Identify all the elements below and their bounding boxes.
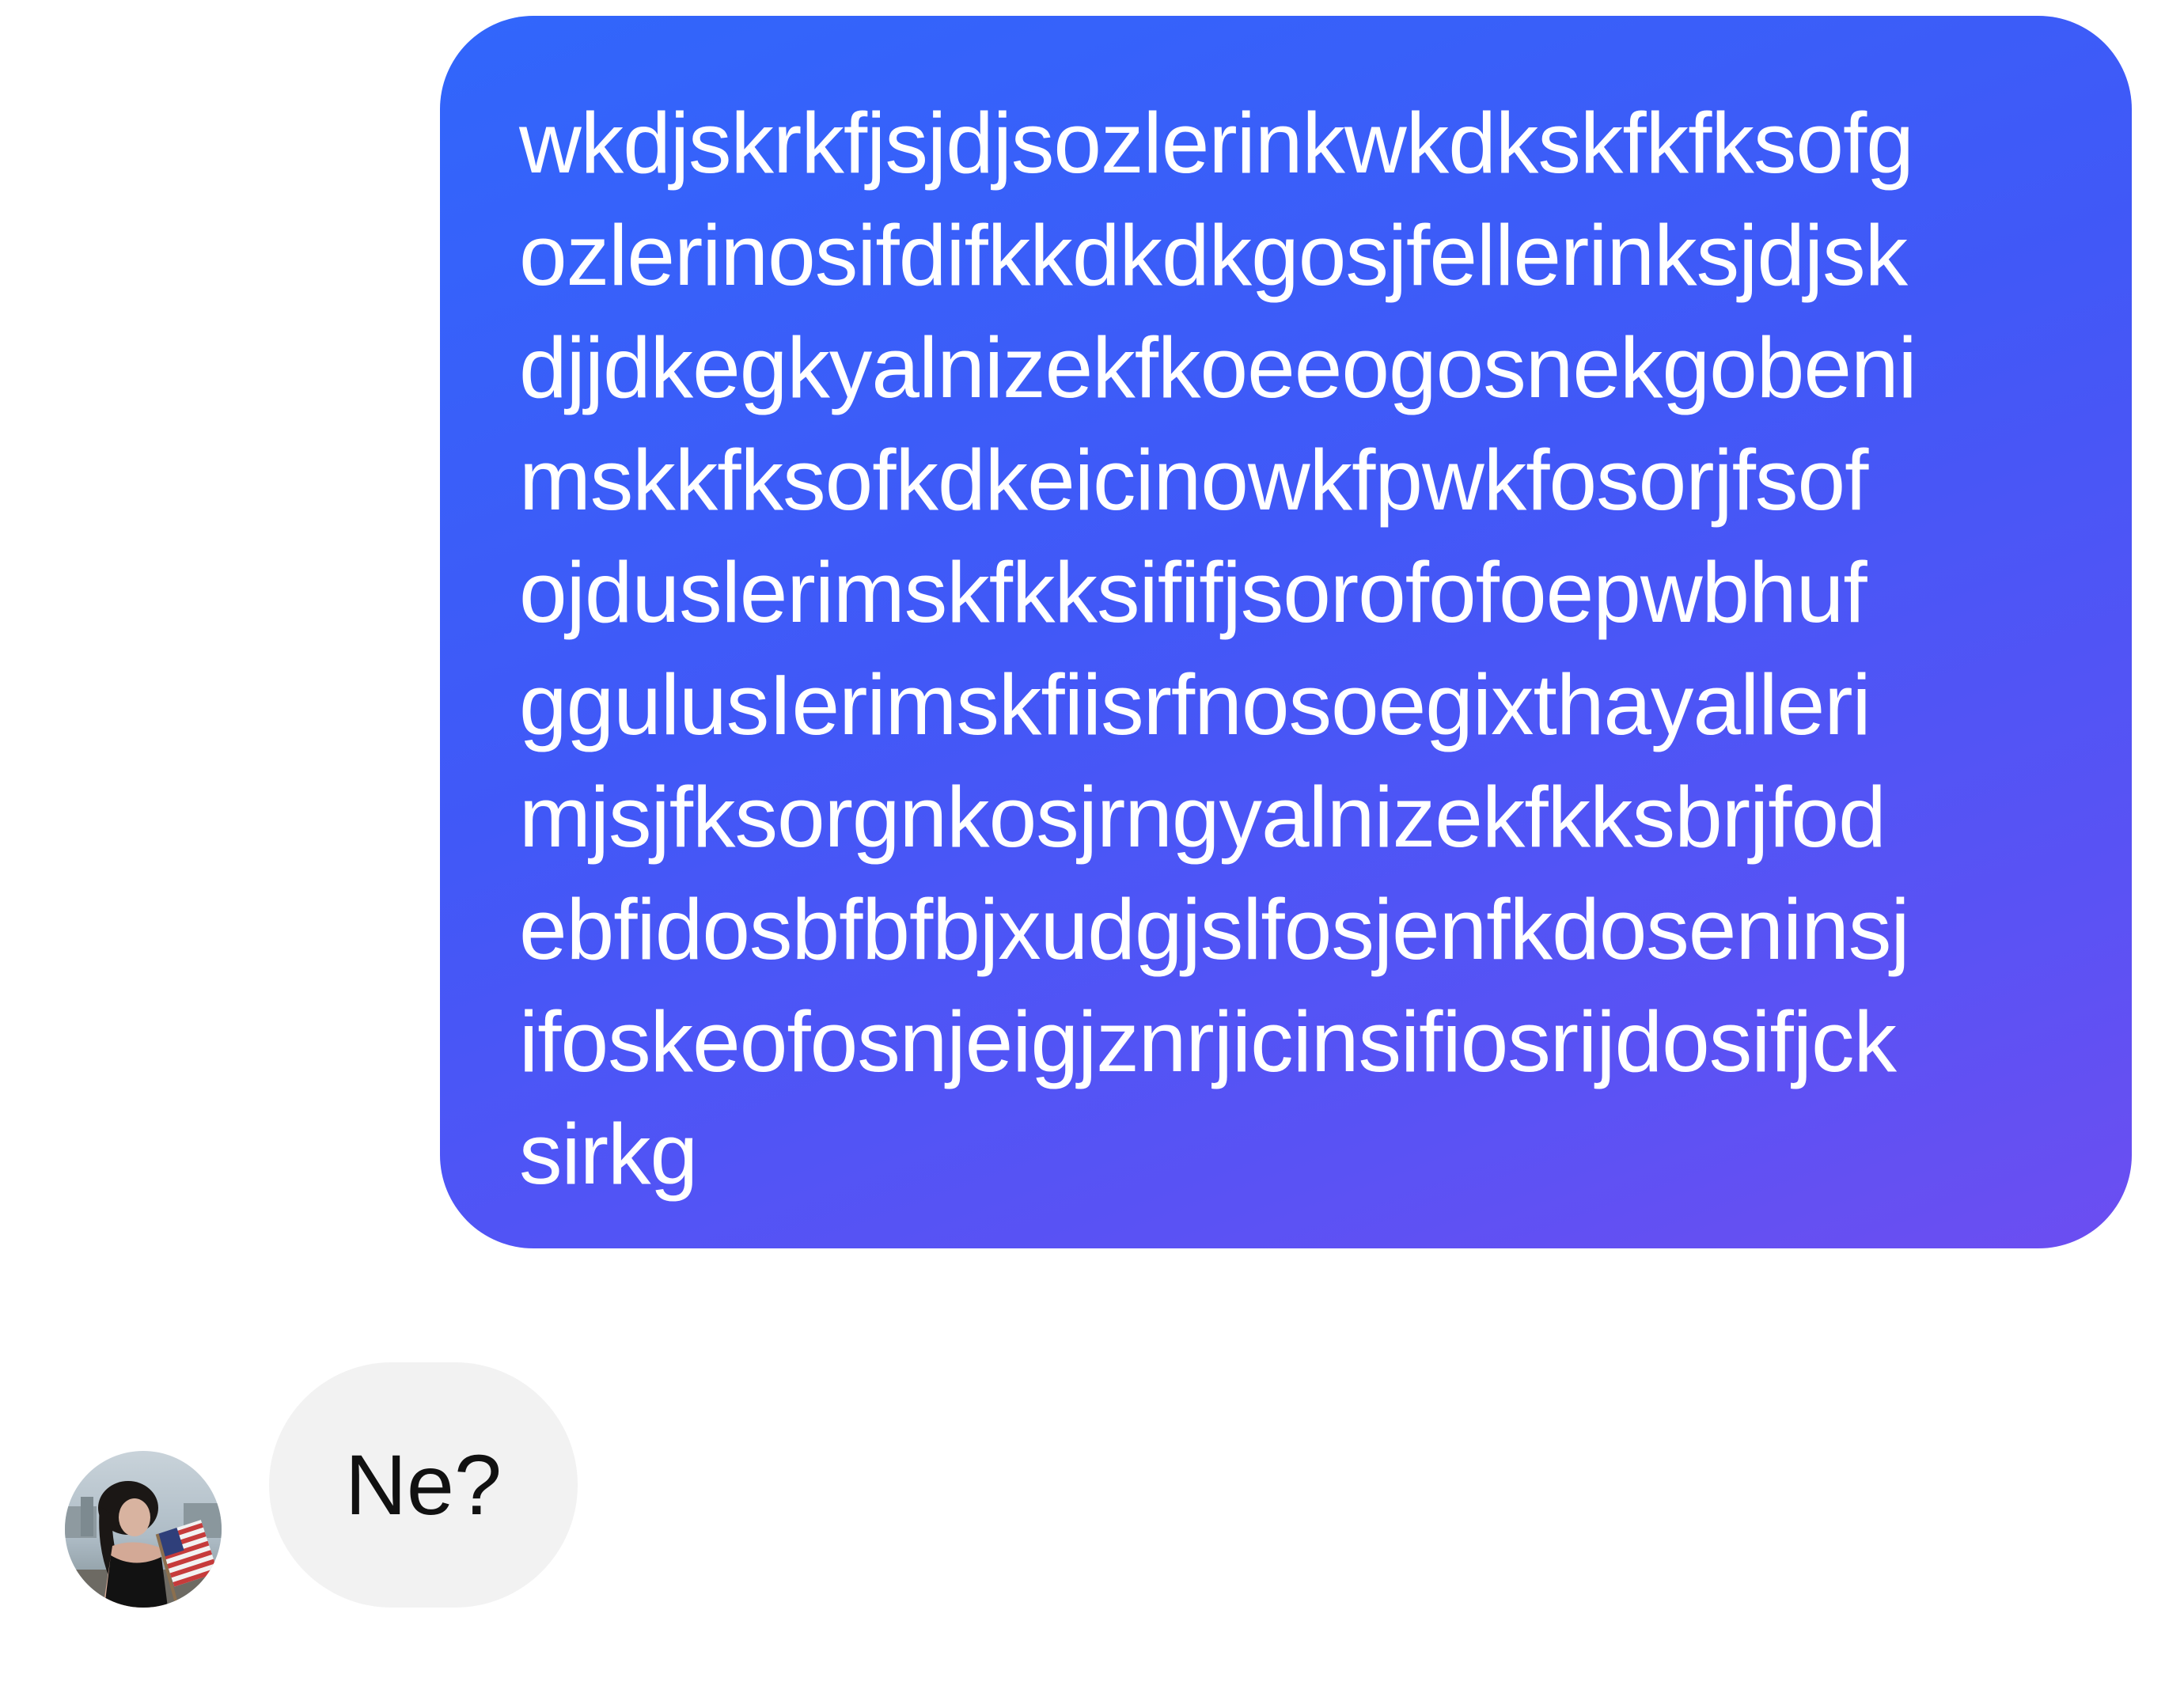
incoming-message-bubble[interactable]: Ne?	[269, 1362, 578, 1608]
avatar-photo	[65, 1451, 222, 1608]
message-thread: wkdjskrkfjsjdjsozlerinkwkdkskfkfksofg oz…	[0, 0, 2184, 1693]
message-text-line: ozlerinosifdifkkdkdkgosjfellerinksjdjsk	[519, 207, 1908, 304]
outgoing-message-bubble[interactable]: wkdjskrkfjsjdjsozlerinkwkdkskfkfksofg oz…	[440, 16, 2132, 1248]
message-text-line: sirkg	[519, 1106, 698, 1203]
message-text-line: ifoskeofosnjeigjznrjicinsifiosrijdosifjc…	[519, 994, 1897, 1090]
message-text-line: mskkfksofkdkeicinowkfpwkfosorjfsof	[519, 432, 1868, 528]
sender-avatar[interactable]	[65, 1451, 222, 1608]
message-text-line: ojduslerimskfkksififjsorofofoepwbhuf	[519, 544, 1867, 641]
message-text-line: mjsjfksorgnkosjrngyalnizekfkksbrjfod	[519, 769, 1886, 865]
message-text-line: wkdjskrkfjsjdjsozlerinkwkdkskfkfksofg	[519, 95, 1914, 191]
message-text-line: ebfidosbfbfbjxudgjslfosjenfkdoseninsj	[519, 881, 1910, 978]
message-text-line: ggulusIerimskfiisrfnosoegixthayalleri	[519, 657, 1871, 753]
message-text-line: djjdkegkyalnizekfkoeeogosnekgobeni	[519, 320, 1917, 416]
incoming-message-text: Ne?	[344, 1437, 502, 1532]
